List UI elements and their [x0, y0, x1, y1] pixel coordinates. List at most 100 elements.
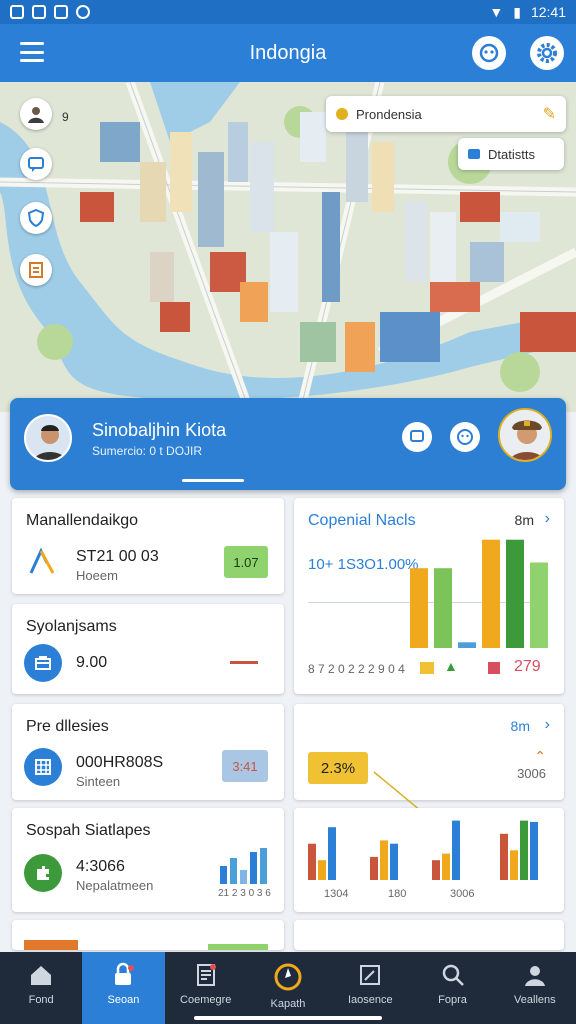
- card-badge: 3:41: [222, 750, 268, 782]
- card-partial[interactable]: [12, 920, 284, 950]
- bar-group1-s2: [318, 860, 326, 880]
- card-label: Hoeem: [76, 568, 118, 583]
- bar-group3-s2: [442, 853, 450, 880]
- nav-label: Seoan: [107, 994, 140, 1006]
- profile-subtitle: Sumercio: 0 t DOJIR: [92, 444, 203, 458]
- user-avatar-icon[interactable]: [20, 98, 52, 130]
- card-footer-value: 279: [514, 658, 541, 675]
- pen-icon[interactable]: ✎: [543, 104, 556, 124]
- card-title: Manallendaikgo: [26, 512, 139, 529]
- group-label-1: 1304: [324, 888, 349, 900]
- bar-c: [458, 642, 476, 648]
- card-label: Sinteen: [76, 774, 121, 789]
- lock-icon: [115, 962, 135, 985]
- card-title: Pre dllesies: [26, 718, 109, 735]
- avatar[interactable]: [24, 414, 72, 462]
- city-map[interactable]: 9 Prondensia ✎ Dtatistts: [0, 82, 576, 412]
- bar-group2-s1: [370, 856, 378, 880]
- card-manallendaikgo[interactable]: Manallendaikgo ST21 00 03 Hoeem 1.07: [12, 498, 284, 594]
- compass-icon: [274, 963, 302, 991]
- card-sospah-siatlapes[interactable]: Sospah Siatlapes 4:3066 Nepalatmeen 21 2…: [12, 808, 284, 912]
- face-icon[interactable]: [450, 422, 480, 452]
- card-syolanjsams[interactable]: Syolanjsams 9.00 ▬▬▬: [12, 604, 284, 694]
- card-footer: 8 7 2 0 2 2 2 9 0 4: [308, 662, 405, 676]
- nav-item-fond[interactable]: Fond: [0, 952, 82, 1024]
- officer-avatar[interactable]: [498, 408, 552, 462]
- nav-item-iaosence[interactable]: Iaosence: [329, 952, 411, 1024]
- trend-icon: ⌃: [534, 748, 546, 764]
- mini-bar-chart: [220, 848, 267, 884]
- document-icon: [196, 964, 216, 986]
- location-search-chip[interactable]: Prondensia ✎: [326, 96, 566, 132]
- card-title: Copenial Nacls: [308, 512, 416, 529]
- chat-bubble-icon[interactable]: [20, 148, 52, 180]
- card-stat: 10+ 1S3O1.00%: [308, 556, 419, 573]
- statistics-chip[interactable]: Dtatistts: [458, 138, 564, 170]
- person-icon: [524, 966, 545, 986]
- nav-label: Fond: [28, 994, 54, 1006]
- bar-e: [506, 539, 524, 648]
- card-badge: 1.07: [224, 546, 268, 578]
- bottom-nav: Fond Seoan Coemegre Kapath Iaosence Fopr…: [0, 952, 576, 1024]
- message-icon[interactable]: [402, 422, 432, 452]
- nav-item-coemegre[interactable]: Coemegre: [165, 952, 247, 1024]
- circle-icon: [76, 5, 90, 19]
- card-value: ST21 00 03: [76, 548, 159, 565]
- card-footer: 21 2 3 0 3 6: [218, 888, 271, 899]
- app-bar: Indongia: [0, 24, 576, 82]
- shield-icon[interactable]: [20, 202, 52, 234]
- chart-arc-icon: [24, 542, 62, 580]
- gesture-bar[interactable]: [194, 1016, 382, 1020]
- chart-copenial-nacls: [410, 539, 548, 648]
- status-time: 12:41: [530, 4, 566, 20]
- puzzle-icon: [24, 854, 62, 892]
- card-partial-right[interactable]: [294, 920, 564, 950]
- bar-cluster-1: [500, 833, 508, 880]
- nav-label: Veallens: [514, 994, 556, 1006]
- card-value: 000HR808S: [76, 754, 164, 771]
- bar-group3-s1: [432, 860, 440, 880]
- card-copenial-nacls[interactable]: Copenial Nacls 8m › 10+ 1S3O1.00% 8 7 2 …: [294, 498, 564, 694]
- document-icon[interactable]: [20, 254, 52, 286]
- chart-grouped-bars: [308, 820, 538, 880]
- partial-orange-bar: [24, 940, 78, 950]
- profile-name: Sinobaljhin Kiota: [92, 420, 227, 440]
- stats-icon: [468, 149, 480, 159]
- bar-group1-s1: [308, 843, 316, 880]
- nav-item-fopra[interactable]: Fopra: [411, 952, 493, 1024]
- nav-item-kapath[interactable]: Kapath: [247, 952, 329, 1024]
- card-link[interactable]: 8m: [515, 512, 534, 528]
- card-title: Syolanjsams: [26, 618, 117, 635]
- nav-item-seoan[interactable]: Seoan: [82, 952, 165, 1024]
- legend-red: [488, 662, 500, 674]
- bar-cluster-2: [510, 850, 518, 880]
- card-pre-dllesies[interactable]: Pre dllesies 000HR808S Sinteen 3:41: [12, 704, 284, 800]
- grid-icon: [24, 748, 62, 786]
- bar-a: [410, 568, 428, 648]
- bar-f: [530, 562, 548, 648]
- bar-group2-s3: [390, 843, 398, 880]
- nav-label: Iaosence: [347, 994, 393, 1006]
- location-chip-label: Prondensia: [356, 106, 422, 122]
- chevron-right-icon[interactable]: ›: [545, 716, 550, 734]
- nav-label: Kapath: [270, 998, 306, 1010]
- card-title: Sospah Siatlapes: [26, 822, 151, 839]
- home-icon: [31, 966, 52, 985]
- card-grouped-bars[interactable]: 1304 180 3006: [294, 808, 564, 912]
- card-side-value: 3006: [517, 766, 546, 781]
- location-icon: [336, 108, 348, 120]
- profile-card[interactable]: Sinobaljhin Kiota Sumercio: 0 t DOJIR: [10, 398, 566, 490]
- chat-icon[interactable]: [472, 36, 506, 70]
- card-value: 4:3066: [76, 858, 125, 875]
- chevron-right-icon[interactable]: ›: [545, 510, 550, 528]
- drag-handle[interactable]: [182, 479, 244, 482]
- bar-group1-s3: [328, 827, 336, 880]
- card-badge: ▬▬▬: [230, 656, 258, 667]
- nav-label: Fopra: [438, 994, 467, 1006]
- nav-item-veallens[interactable]: Veallens: [494, 952, 576, 1024]
- stats-chip-label: Dtatistts: [488, 146, 535, 162]
- settings-icon[interactable]: [530, 36, 564, 70]
- edit-icon: [360, 965, 381, 985]
- bar-cluster-3: [520, 820, 528, 880]
- card-link[interactable]: 8m: [511, 718, 530, 734]
